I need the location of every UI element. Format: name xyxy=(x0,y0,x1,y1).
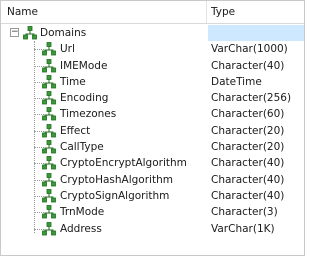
type-cell xyxy=(208,25,304,42)
tree-row[interactable]: CryptoSignAlgorithm Character(40) xyxy=(1,188,304,204)
tree-item-label: Time xyxy=(60,75,86,88)
domain-icon xyxy=(42,58,56,72)
domain-icon xyxy=(42,107,56,121)
tree-row[interactable]: CryptoHashAlgorithm Character(40) xyxy=(1,172,304,188)
tree-row[interactable]: Encoding Character(256) xyxy=(1,90,304,106)
name-cell: TrnMode xyxy=(1,204,207,220)
type-cell: Character(40) xyxy=(211,157,285,170)
name-cell: − Domains xyxy=(1,25,207,41)
tree-item-label: CryptoEncryptAlgorithm xyxy=(60,157,187,170)
column-header-name[interactable]: Name xyxy=(1,1,207,23)
tree-item-label: Timezones xyxy=(60,108,117,121)
tree-item-label: Encoding xyxy=(60,92,109,105)
tree-item-label: TrnMode xyxy=(60,206,105,219)
tree-row-domains[interactable]: − Domains xyxy=(1,25,304,42)
type-cell: VarChar(1000) xyxy=(211,43,288,56)
tree-item-label: Effect xyxy=(60,124,91,137)
collapse-toggle[interactable]: − xyxy=(10,28,19,37)
name-cell: CallType xyxy=(1,139,207,155)
tree-row[interactable]: Address VarChar(1K) xyxy=(1,221,304,237)
column-header-type[interactable]: Type xyxy=(208,1,304,23)
tree-rows: − Domains Url VarChar(1000) IMEMode Char… xyxy=(1,25,304,237)
tree-item-label: CallType xyxy=(60,141,104,154)
tree-row[interactable]: Time DateTime xyxy=(1,74,304,90)
type-cell: Character(20) xyxy=(211,124,285,137)
domain-icon xyxy=(42,123,56,138)
type-cell: DateTime xyxy=(211,75,262,88)
tree-row[interactable]: IMEMode Character(40) xyxy=(1,58,304,74)
domain-icon xyxy=(42,42,56,56)
domain-icon xyxy=(42,205,56,219)
domain-icon xyxy=(42,172,56,187)
domain-tree-icon xyxy=(23,26,37,40)
name-cell: Address xyxy=(1,221,207,237)
type-cell: Character(20) xyxy=(211,141,285,154)
domain-icon xyxy=(42,156,56,170)
tree-item-label: Domains xyxy=(40,27,87,39)
tree-row[interactable]: CryptoEncryptAlgorithm Character(40) xyxy=(1,155,304,171)
domain-icon xyxy=(42,91,56,105)
type-cell: Character(40) xyxy=(211,189,285,202)
name-cell: Time xyxy=(1,74,207,90)
domain-icon xyxy=(42,74,56,89)
type-cell: Character(3) xyxy=(211,206,278,219)
type-cell: Character(256) xyxy=(211,92,292,105)
tree-item-label: IMEMode xyxy=(60,59,108,72)
name-cell: Url xyxy=(1,41,207,57)
tree-item-label: Url xyxy=(60,43,75,56)
tree-row[interactable]: Effect Character(20) xyxy=(1,123,304,139)
column-header: Name Type xyxy=(1,1,304,24)
name-cell: CryptoHashAlgorithm xyxy=(1,172,207,188)
name-cell: CryptoSignAlgorithm xyxy=(1,188,207,204)
name-cell: Effect xyxy=(1,123,207,139)
name-cell: Timezones xyxy=(1,106,207,122)
type-cell: Character(40) xyxy=(211,59,285,72)
tree-item-label: Address xyxy=(60,222,102,235)
domains-tree-grid: Name Type − Domains Url VarChar(1000) IM… xyxy=(0,0,305,256)
domain-icon xyxy=(42,140,56,154)
domain-icon xyxy=(42,221,56,235)
tree-row[interactable]: TrnMode Character(3) xyxy=(1,204,304,220)
tree-row[interactable]: CallType Character(20) xyxy=(1,139,304,155)
name-cell: IMEMode xyxy=(1,58,207,74)
type-cell: Character(40) xyxy=(211,173,285,186)
name-cell: Encoding xyxy=(1,90,207,106)
tree-connector-line xyxy=(34,41,35,233)
tree-item-label: CryptoHashAlgorithm xyxy=(60,173,173,186)
type-cell: VarChar(1K) xyxy=(211,222,275,235)
type-cell: Character(60) xyxy=(211,108,285,121)
name-cell: CryptoEncryptAlgorithm xyxy=(1,155,207,171)
domain-icon xyxy=(42,189,56,203)
tree-item-label: CryptoSignAlgorithm xyxy=(60,189,170,202)
tree-row[interactable]: Url VarChar(1000) xyxy=(1,41,304,57)
tree-row[interactable]: Timezones Character(60) xyxy=(1,106,304,122)
